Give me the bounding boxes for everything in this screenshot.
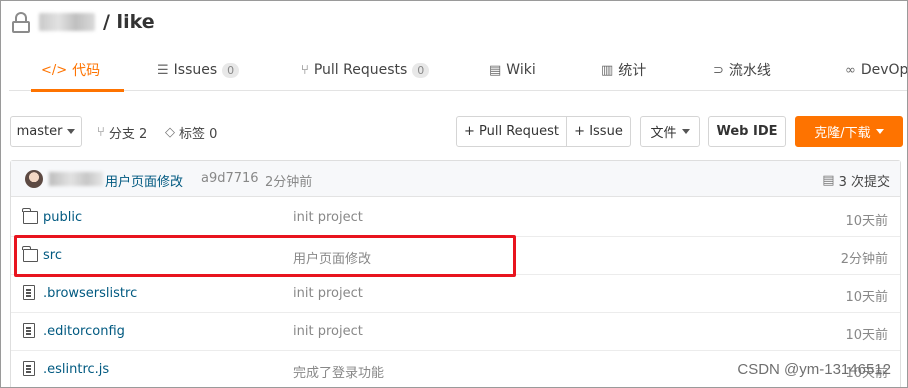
devops-icon: ∞ (845, 62, 856, 78)
file-name[interactable]: public (43, 210, 82, 225)
table-row[interactable]: .editorconfig init project 10天前 (11, 313, 900, 351)
tab-pipeline[interactable]: ⊃ 流水线 (713, 49, 771, 91)
clone-download-button[interactable]: 克隆/下载 (795, 116, 903, 147)
tab-wiki[interactable]: ▤ Wiki (489, 49, 536, 91)
file-commit-message[interactable]: init project (293, 324, 363, 339)
file-commit-message[interactable]: init project (293, 210, 363, 225)
clone-label: 克隆/下载 (814, 126, 871, 141)
code-icon: </> (41, 62, 68, 78)
table-row[interactable]: .browserslistrc init project 10天前 (11, 275, 900, 313)
branch-icon: ⑂ (97, 125, 105, 140)
repo-tabs: </> 代码 ☰ Issues 0 ⑂ Pull Requests 0 ▤ Wi… (9, 49, 908, 92)
pipeline-icon: ⊃ (713, 62, 724, 78)
issues-count: 0 (222, 62, 240, 78)
commit-message[interactable]: 用户页面修改 (105, 171, 183, 190)
files-label: 文件 (650, 126, 677, 141)
commits-label: 3 次提交 (838, 175, 890, 190)
avatar[interactable] (25, 170, 43, 188)
lock-icon (11, 11, 31, 33)
new-issue-button[interactable]: + Issue (566, 116, 631, 147)
author-name-redacted[interactable] (49, 172, 103, 186)
owner-name-redacted[interactable] (39, 13, 95, 31)
tab-pull-requests[interactable]: ⑂ Pull Requests 0 (301, 49, 430, 91)
file-commit-message[interactable]: init project (293, 286, 363, 301)
commits-count-link[interactable]: ▤ 3 次提交 (822, 171, 890, 190)
file-icon (23, 361, 35, 376)
tab-label: 流水线 (728, 63, 771, 79)
latest-commit-bar: 用户页面修改 a9d7716 2分钟前 ▤ 3 次提交 (11, 161, 900, 197)
files-dropdown[interactable]: 文件 (640, 116, 700, 147)
chevron-down-icon (681, 129, 690, 134)
tag-icon: ◇ (165, 125, 175, 140)
repo-title: / like (11, 11, 155, 33)
issues-icon: ☰ (157, 62, 169, 78)
file-time: 10天前 (845, 290, 888, 305)
commit-time: 2分钟前 (265, 175, 313, 190)
wiki-icon: ▤ (489, 62, 502, 78)
chevron-down-icon (875, 129, 884, 134)
tab-issues[interactable]: ☰ Issues 0 (157, 49, 240, 91)
web-ide-button[interactable]: Web IDE (708, 116, 786, 147)
tab-label: DevOps (860, 62, 908, 78)
repo-page: / like </> 代码 ☰ Issues 0 ⑂ Pull Requests… (0, 0, 908, 388)
table-row[interactable]: public init project 10天前 (11, 199, 900, 237)
tab-stats[interactable]: ▥ 统计 (601, 49, 646, 91)
commit-hash[interactable]: a9d7716 (201, 171, 259, 186)
tab-label: 代码 (72, 63, 101, 79)
new-pull-request-button[interactable]: + Pull Request (456, 116, 567, 147)
watermark: CSDN @ym-13146512 (737, 361, 891, 378)
tags-label: 标签 0 (179, 127, 218, 142)
tab-label: Pull Requests (313, 62, 408, 78)
file-name[interactable]: .eslintrc.js (43, 362, 109, 377)
file-name[interactable]: .browserslistrc (43, 286, 137, 301)
tab-devops[interactable]: ∞ DevOps (845, 49, 908, 91)
branch-select[interactable]: master (10, 116, 82, 147)
branches-label: 分支 2 (108, 127, 148, 142)
file-time: 10天前 (845, 328, 888, 343)
pull-request-icon: ⑂ (301, 62, 309, 78)
tab-label: Wiki (506, 62, 536, 78)
file-icon (23, 323, 35, 338)
file-time: 2分钟前 (840, 252, 888, 267)
file-commit-message[interactable]: 完成了登录功能 (293, 362, 384, 381)
tab-label: 统计 (618, 63, 647, 79)
repo-name[interactable]: / like (103, 11, 155, 33)
folder-icon (22, 208, 38, 224)
stats-icon: ▥ (601, 62, 614, 78)
file-icon (23, 285, 35, 300)
highlight-box (14, 235, 516, 277)
tab-label: Issues (173, 62, 218, 78)
tags-link[interactable]: ◇ 标签 0 (165, 123, 217, 142)
commits-icon: ▤ (822, 173, 835, 188)
chevron-down-icon (67, 129, 76, 134)
pull-requests-count: 0 (412, 62, 430, 78)
branches-link[interactable]: ⑂ 分支 2 (97, 123, 147, 142)
file-time: 10天前 (845, 214, 888, 229)
file-name[interactable]: .editorconfig (43, 324, 125, 339)
branch-name: master (16, 124, 63, 139)
tab-code[interactable]: </> 代码 (30, 49, 125, 92)
